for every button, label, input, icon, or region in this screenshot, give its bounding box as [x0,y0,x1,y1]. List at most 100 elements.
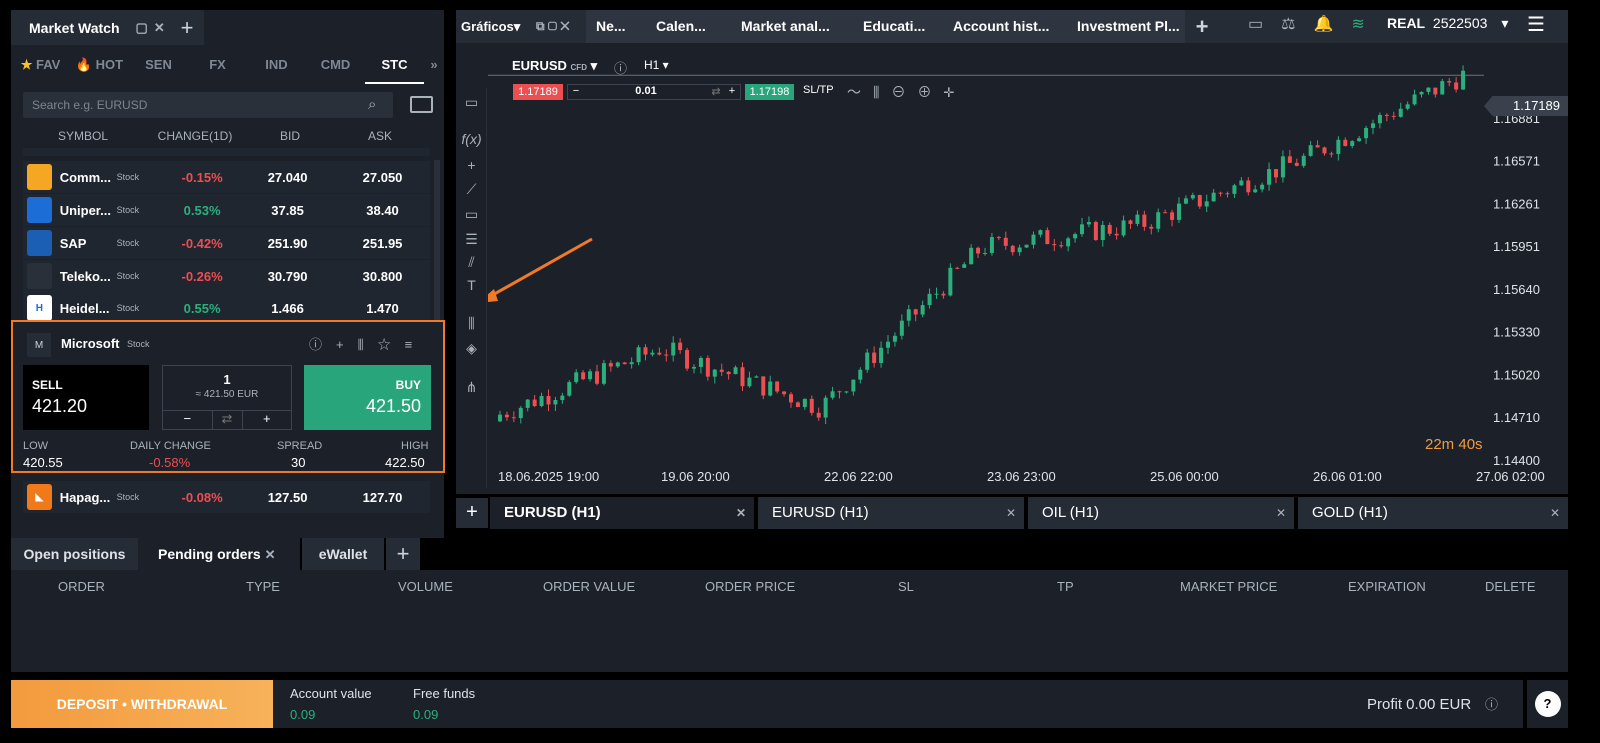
tab-account-history[interactable]: Account hist... [943,10,1067,43]
swap-icon[interactable]: ⇄ [213,411,243,430]
tab-ewallet[interactable]: eWallet [302,538,384,571]
bell-icon[interactable]: 🔔 [1313,16,1351,33]
decrease-button[interactable]: − [163,411,213,430]
add-panel-button[interactable]: + [170,10,204,45]
candle-body [1170,212,1175,220]
quantity-stepper[interactable]: 1 ≈ 421.50 EUR − ⇄ + [162,365,292,430]
add-icon[interactable]: + [336,337,358,352]
candle-body [969,247,974,265]
list-item[interactable]: SAP Stock -0.42% 251.90 251.95 [23,227,430,259]
candle-body [525,399,530,408]
candle-body [948,267,953,296]
tab-stc[interactable]: STC [365,46,424,84]
maximize-icon[interactable]: ▢ [136,20,148,36]
candle-body [989,237,994,253]
tab-fav[interactable]: ★ FAV [11,46,70,84]
layers-icon[interactable]: ◈ [457,340,486,357]
bid-value: 1.466 [271,300,304,316]
crosshair-tool-icon[interactable]: + [457,157,486,173]
candle-body [844,391,849,393]
account-number: 2522503 [1432,15,1488,31]
candlestick-chart[interactable]: 1.168811.165711.162611.159511.156401.153… [488,60,1568,494]
fibonacci-tool-icon[interactable]: ☰ [457,231,486,248]
candle-body [913,309,918,315]
col-sl: SL [898,579,914,594]
tab-calendar[interactable]: Calen... [646,10,731,43]
more-icon[interactable]: ≡ [405,337,427,352]
chart-tab-4[interactable]: GOLD (H1) ✕ [1298,497,1568,529]
col-expiration: EXPIRATION [1348,579,1426,594]
time-axis-label: 23.06 23:00 [987,469,1056,484]
search-icon[interactable]: ⌕ [368,96,376,113]
rectangle-tool-icon[interactable]: ▭ [457,206,486,223]
candle-body [698,357,703,367]
tab-ind[interactable]: IND [247,46,306,84]
increase-button[interactable]: + [243,411,292,430]
change-value: -0.15% [181,169,223,185]
daily-change-value: -0.58% [149,455,191,470]
change-value: -0.42% [181,235,223,251]
tab-news[interactable]: Ne... [586,10,646,43]
chart-tab-3[interactable]: OIL (H1) ✕ [1028,497,1294,529]
tab-pending-orders[interactable]: Pending orders ✕ [138,538,300,571]
list-item[interactable]: Uniper... Stock 0.53% 37.85 38.40 [23,194,430,226]
info-icon[interactable]: ⓘ [309,337,336,352]
share-icon[interactable]: ⋔ [457,379,486,396]
help-button[interactable]: ? [1527,680,1568,728]
chart-tab-2[interactable]: EURUSD (H1) ✕ [758,497,1024,529]
menu-icon[interactable]: ☰ [1527,12,1545,37]
tabs-scroll-icon[interactable]: » [424,46,444,84]
sell-button[interactable]: SELL 421.20 [23,365,149,430]
tab-graficos[interactable]: Gráficos▾ [456,10,536,43]
price-axis-label: 1.15640 [1493,282,1540,297]
grid-view-icon[interactable] [410,96,433,113]
chart-icon[interactable]: ⫼ [358,337,378,352]
buy-label: BUY [395,378,421,392]
tab-window-controls[interactable]: ⧉ ▢ ✕ [536,10,586,43]
tab-open-positions[interactable]: Open positions [11,538,138,571]
candle-body [754,376,759,378]
info-icon[interactable]: ⓘ [1485,694,1498,713]
candle-body [1461,70,1466,90]
tab-cmd[interactable]: CMD [306,46,365,84]
line-tool-icon[interactable]: ⟋ [457,181,486,198]
tab-sen[interactable]: SEN [129,46,188,84]
candle-body [1232,185,1237,194]
account-selector[interactable]: REAL 2522503 ▾ [1377,10,1519,36]
candle-body [560,395,565,400]
screen-icon[interactable]: ▭ [457,94,486,111]
function-icon[interactable]: f(x) [457,131,486,147]
candle-body [636,347,641,363]
list-item[interactable]: Teleko... Stock -0.26% 30.790 30.800 [23,260,430,292]
candle-countdown: 22m 40s [1425,436,1483,453]
candle-body [1135,214,1140,224]
tab-market-analysis[interactable]: Market anal... [731,10,853,43]
buy-button[interactable]: BUY 421.50 [304,365,431,430]
add-tab-button[interactable]: + [386,538,420,571]
tab-fx[interactable]: FX [188,46,247,84]
daily-change-label: DAILY CHANGE [130,440,211,452]
candle-body [1426,87,1431,92]
text-tool-icon[interactable]: T [457,277,486,293]
tab-investment-plans[interactable]: Investment Pl... [1067,10,1185,43]
layout-icon[interactable]: ▭ [1248,16,1281,33]
list-item[interactable]: Comm... Stock -0.15% 27.040 27.050 [23,161,430,193]
tab-hot[interactable]: 🔥 HOT [70,46,129,84]
exchange-icon[interactable]: ⚖ [1281,16,1313,33]
indicators-icon[interactable]: ⫼ [457,315,486,332]
candle-body [1225,193,1230,195]
col-change: CHANGE(1D) [157,129,233,143]
search-input[interactable]: Search e.g. EURUSD [23,92,393,118]
candle-body [518,407,523,419]
star-icon[interactable]: ☆ [378,337,405,352]
chart-tab-1[interactable]: EURUSD (H1) ✕ [490,497,754,529]
close-icon[interactable]: ✕ [154,20,165,36]
scrollbar[interactable] [434,160,440,320]
add-tab-button[interactable]: + [1185,10,1219,43]
deposit-withdrawal-button[interactable]: DEPOSIT • WITHDRAWAL [11,680,273,728]
add-chart-button[interactable]: + [456,498,488,528]
pitchfork-tool-icon[interactable]: ⫽ [457,254,486,271]
candle-body [879,347,884,364]
list-item-hapag[interactable]: ◣ Hapag... Stock -0.08% 127.50 127.70 [23,481,430,513]
tab-education[interactable]: Educati... [853,10,943,43]
